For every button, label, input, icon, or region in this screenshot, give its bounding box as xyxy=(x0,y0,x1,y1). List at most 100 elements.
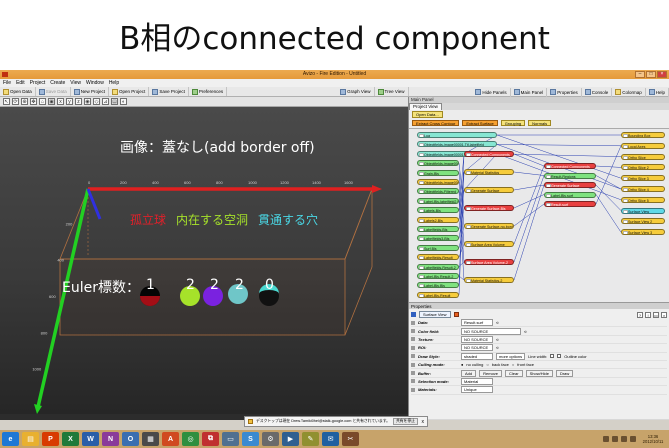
radio-front-face[interactable]: ○ xyxy=(512,362,514,367)
graph-node[interactable]: Generate Surface xyxy=(464,187,514,193)
menu-project[interactable]: Project xyxy=(30,79,46,87)
menu-edit[interactable]: Edit xyxy=(16,79,25,87)
rotate-icon[interactable]: ⟳ xyxy=(12,98,19,105)
minimize-button[interactable]: – xyxy=(635,71,645,78)
menu-help[interactable]: Help xyxy=(109,79,119,87)
delete-icon[interactable]: × xyxy=(661,311,667,318)
home-icon[interactable]: ⌂ xyxy=(39,98,46,105)
avizo-taskbar-icon[interactable]: A xyxy=(162,432,179,446)
hide-panels-button[interactable]: Hide Panels xyxy=(472,87,511,97)
help-button[interactable]: Help xyxy=(646,87,669,97)
help-icon[interactable]: ? xyxy=(637,311,643,318)
arrow-icon[interactable]: ➪ xyxy=(496,337,499,342)
graph-node[interactable]: Lua xyxy=(417,132,497,138)
network-icon[interactable] xyxy=(603,436,609,442)
excel-icon[interactable]: X xyxy=(62,432,79,446)
graph-node[interactable]: Ortho Slice 3 xyxy=(621,175,665,182)
project-graph[interactable]: Lua Objectfields-image00001.Tif-labelfiel… xyxy=(409,128,669,302)
notification-close-button[interactable]: x xyxy=(422,419,425,425)
outline-color-swatch[interactable] xyxy=(557,354,562,359)
graph-node[interactable]: Generate Surface xyxy=(544,182,596,188)
terminal-icon[interactable]: ▭ xyxy=(222,432,239,446)
graph-node[interactable]: Ortho Slice 4 xyxy=(621,186,665,192)
menu-window[interactable]: Window xyxy=(86,79,104,87)
graph-node[interactable]: Labelfields3-Bls xyxy=(417,235,459,242)
graph-node[interactable]: Bounding Box xyxy=(621,132,665,138)
console-button[interactable]: Console xyxy=(582,87,613,97)
media-icon[interactable]: ▶ xyxy=(282,432,299,446)
skype-icon[interactable]: S xyxy=(242,432,259,446)
menu-view[interactable]: View xyxy=(70,79,81,87)
open-project-button[interactable]: Open Project xyxy=(109,87,150,96)
pin-icon[interactable]: ! xyxy=(645,311,651,318)
graph-node[interactable]: Surface Area Volume-2 xyxy=(464,259,514,265)
close-button[interactable]: × xyxy=(657,71,667,78)
onenote-icon[interactable]: N xyxy=(102,432,119,446)
tree-view-button[interactable]: Tree View xyxy=(375,87,409,96)
graph-node[interactable]: Label-Bls.Bls xyxy=(417,282,459,289)
buffer-clear-button[interactable]: Clear xyxy=(505,369,523,377)
zoom-icon[interactable]: ⊕ xyxy=(21,98,28,105)
graph-node[interactable]: Generate Surface-no-border xyxy=(464,223,514,229)
graph-node[interactable]: Objectfields-image00001.Tif-labelfield.c… xyxy=(417,160,459,167)
arrow-icon[interactable]: ➪ xyxy=(524,329,527,334)
maximize-button[interactable]: □ xyxy=(646,71,656,78)
3d-viewer[interactable]: 0 200 400 600 800 1000 1200 1400 1600 200 400 600 8… xyxy=(0,107,408,414)
main-panel-button[interactable]: Main Panel xyxy=(511,87,548,97)
graph-node[interactable]: Connected Components xyxy=(464,151,514,157)
new-project-button[interactable]: New Project xyxy=(71,87,110,96)
view-y-icon[interactable]: y xyxy=(66,98,73,105)
graph-node[interactable]: Grain-Bls xyxy=(417,169,459,176)
open-data-project-button[interactable]: Open Data... xyxy=(412,111,443,118)
tools-icon[interactable]: ✂ xyxy=(342,432,359,446)
preferences-button[interactable]: Preferences xyxy=(189,87,228,96)
ie-icon[interactable]: e xyxy=(2,432,19,446)
mail-icon[interactable]: ✉ xyxy=(322,432,339,446)
graph-node[interactable]: Objectfields-Filtered xyxy=(417,188,459,195)
fit-icon[interactable]: ▣ xyxy=(48,98,55,105)
save-project-button[interactable]: Save Project xyxy=(149,87,189,96)
stop-sharing-button[interactable]: 共有を停止 xyxy=(392,418,418,425)
graph-node[interactable]: Label-Bls.surf xyxy=(544,191,596,198)
graph-node[interactable]: Local Axes xyxy=(621,142,665,149)
graph-node[interactable]: Label-Bls-labelfield2.Labels xyxy=(417,197,459,204)
graph-node[interactable]: Ortho Slice 2 xyxy=(621,164,665,171)
extract-surface-button[interactable]: Extract Surface xyxy=(462,120,498,126)
graph-node[interactable]: Labelfields-Result xyxy=(417,254,459,261)
graph-node[interactable]: Surface View 3 xyxy=(621,229,665,236)
view-x-icon[interactable]: x xyxy=(57,98,64,105)
graph-node[interactable]: Surface Area Volume xyxy=(464,241,514,247)
graph-node[interactable]: Surf.Bls xyxy=(417,244,459,251)
properties-button[interactable]: Properties xyxy=(547,87,582,97)
graph-node[interactable]: Generate Surface-Bls xyxy=(464,205,514,211)
view-z-icon[interactable]: z xyxy=(75,98,82,105)
buffer-show-hide-button[interactable]: Show/Hide xyxy=(525,369,553,377)
radio-no-culling[interactable]: ● xyxy=(461,362,463,367)
page-icon[interactable]: ▭ xyxy=(653,311,659,318)
graph-node[interactable]: Connected Components xyxy=(544,163,596,169)
stereo-icon[interactable]: ◐ xyxy=(120,98,127,105)
graph-node[interactable]: Result-Regions xyxy=(544,172,596,179)
graph-node[interactable]: Label-Bls-Result xyxy=(417,291,459,298)
perspective-icon[interactable]: ◇ xyxy=(93,98,100,105)
extract-cross-contour-button[interactable]: Extract Cross Contour xyxy=(412,120,460,126)
camera-icon[interactable]: ◉ xyxy=(84,98,91,105)
chrome-icon[interactable]: ◎ xyxy=(182,432,199,446)
graph-node[interactable]: Material Statistics xyxy=(464,169,514,175)
pdf-icon[interactable]: ⧉ xyxy=(202,432,219,446)
system-clock[interactable]: 13:36 2012/10/11 xyxy=(639,434,667,444)
buffer-remove-button[interactable]: Remove xyxy=(479,369,503,377)
graph-node[interactable]: Labelfields-Bls xyxy=(417,226,459,232)
notes-icon[interactable]: ✎ xyxy=(302,432,319,446)
battery-icon[interactable] xyxy=(621,436,627,442)
pointer-icon[interactable]: ↖ xyxy=(3,98,10,105)
volume-icon[interactable] xyxy=(612,436,618,442)
powerpoint-icon[interactable]: P xyxy=(42,432,59,446)
graph-node[interactable]: Material Statistics-2 xyxy=(464,277,514,283)
arrow-icon[interactable]: ➪ xyxy=(496,345,499,350)
graph-node[interactable]: Labelfields-Result-2 xyxy=(417,263,459,270)
settings-icon[interactable]: ⚙ xyxy=(262,432,279,446)
window-titlebar[interactable]: Avizo - Fire Edition - Untitled – □ × xyxy=(0,70,669,79)
colormap-button[interactable]: Colormap xyxy=(612,87,646,97)
pan-icon[interactable]: ✥ xyxy=(30,98,37,105)
